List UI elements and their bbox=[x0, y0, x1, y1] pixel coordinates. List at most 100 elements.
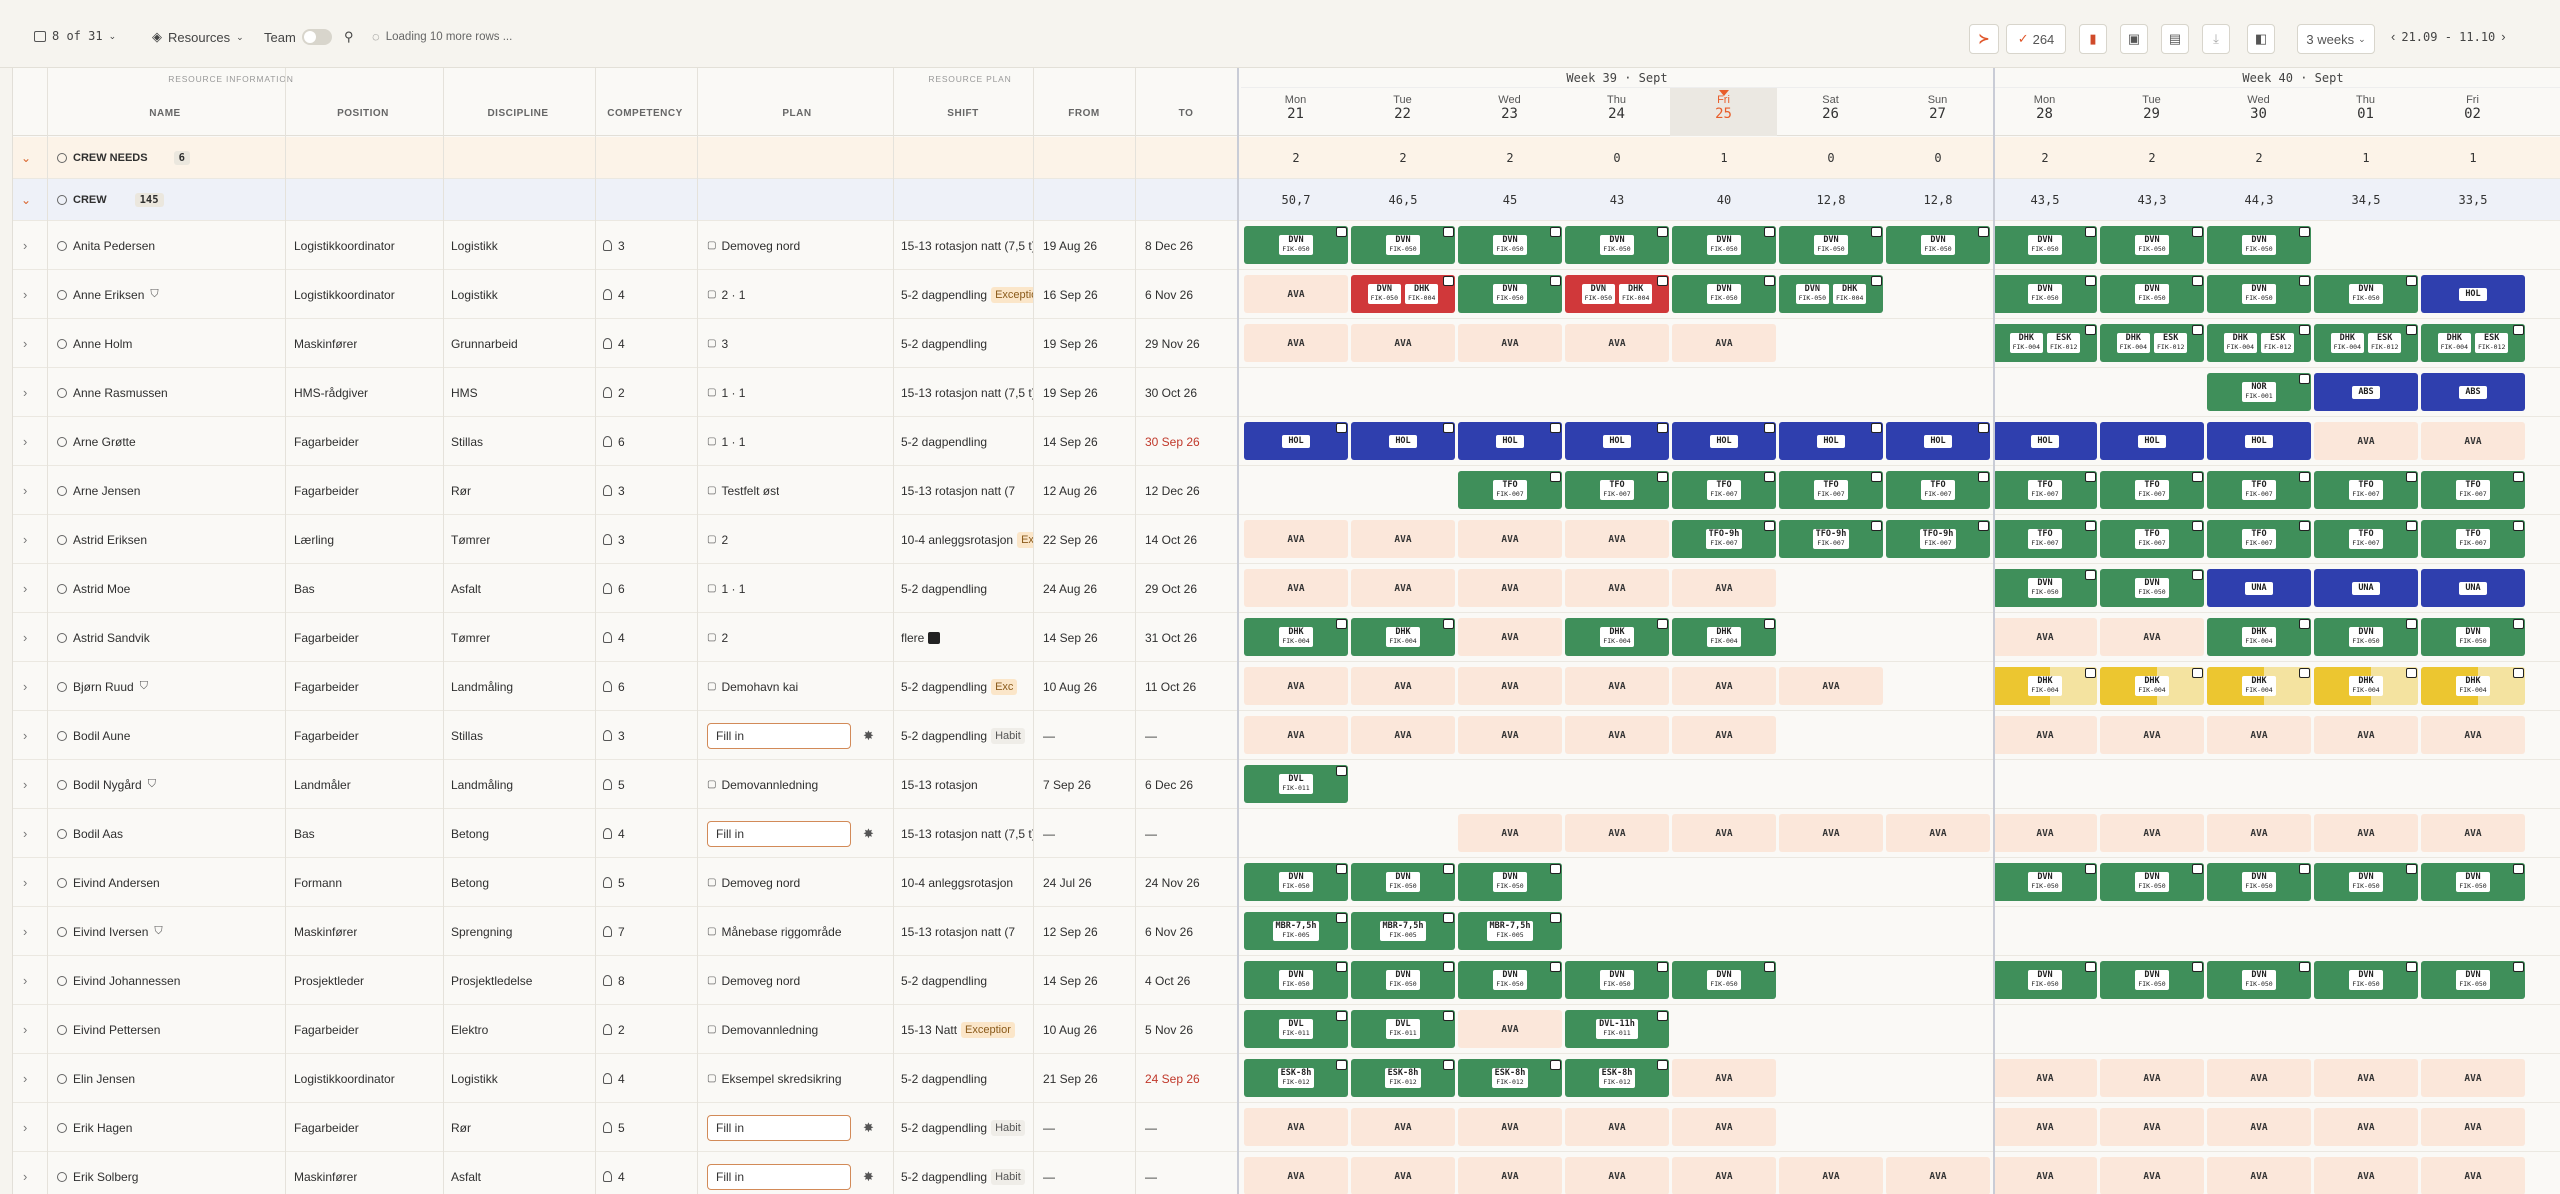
availability-block[interactable]: AVA bbox=[1244, 275, 1348, 313]
schedule-block[interactable]: DVN FIK-050 bbox=[1244, 226, 1348, 264]
schedule-block[interactable]: DVN FIK-050 bbox=[2100, 863, 2204, 901]
availability-block[interactable]: AVA bbox=[1779, 1157, 1883, 1194]
col-header-position[interactable]: POSITION bbox=[285, 108, 441, 119]
availability-block[interactable]: AVA bbox=[1458, 618, 1562, 656]
schedule-block[interactable]: DVL FIK-011 bbox=[1244, 765, 1348, 803]
fill-in-input[interactable]: Fill in bbox=[707, 1114, 851, 1141]
availability-block[interactable]: AVA bbox=[2421, 1059, 2525, 1097]
schedule-block[interactable]: HOL bbox=[1351, 422, 1455, 460]
availability-block[interactable]: AVA bbox=[2314, 1157, 2418, 1194]
schedule-block[interactable]: HOL bbox=[2207, 422, 2311, 460]
chevron-right-icon[interactable]: › bbox=[23, 1054, 27, 1103]
availability-block[interactable]: AVA bbox=[1672, 1157, 1776, 1194]
schedule-block[interactable]: HOL bbox=[1565, 422, 1669, 460]
availability-block[interactable]: AVA bbox=[1993, 1108, 2097, 1146]
schedule-block[interactable]: DHK FIK-004 bbox=[1672, 618, 1776, 656]
table-row[interactable]: › Arne Grøtte Fagarbeider Stillas 6 ▢ 1 · 1 5-2… bbox=[13, 417, 2560, 466]
schedule-block[interactable]: DVL-11h FIK-011 bbox=[1565, 1010, 1669, 1048]
schedule-block[interactable]: TFO FIK-007 bbox=[1779, 471, 1883, 509]
schedule-block[interactable]: DVN FIK-050 bbox=[1458, 275, 1562, 313]
availability-block[interactable]: AVA bbox=[1672, 814, 1776, 852]
availability-block[interactable]: AVA bbox=[1351, 324, 1455, 362]
availability-block[interactable]: AVA bbox=[2421, 716, 2525, 754]
schedule-block[interactable]: DHK FIK-004 bbox=[2207, 618, 2311, 656]
schedule-block[interactable]: TFO FIK-007 bbox=[1458, 471, 1562, 509]
resources-selector[interactable]: ◈ Resources ⌄ bbox=[152, 29, 244, 45]
availability-block[interactable]: AVA bbox=[1779, 814, 1883, 852]
expand-toggle[interactable]: ⌄ bbox=[21, 179, 31, 221]
bookmark-button[interactable]: ▮ bbox=[2079, 24, 2107, 54]
schedule-block[interactable]: DVN FIK-050 bbox=[2207, 961, 2311, 999]
schedule-block[interactable]: DVN FIK-050 bbox=[1672, 226, 1776, 264]
chevron-right-icon[interactable]: › bbox=[23, 368, 27, 417]
availability-block[interactable]: AVA bbox=[1458, 667, 1562, 705]
availability-block[interactable]: AVA bbox=[1244, 1157, 1348, 1194]
availability-block[interactable]: AVA bbox=[1244, 324, 1348, 362]
schedule-block[interactable]: DVN FIK-050 bbox=[1351, 226, 1455, 264]
schedule-block[interactable]: TFO FIK-007 bbox=[2421, 471, 2525, 509]
table-row[interactable]: › Anita Pedersen Logistikkoordinator Logist… bbox=[13, 221, 2560, 270]
row-count-selector[interactable]: 8 of 31 ⌄ bbox=[34, 29, 116, 43]
availability-block[interactable]: AVA bbox=[2314, 716, 2418, 754]
schedule-block[interactable]: DHK FIK-004 ESK FIK-012 bbox=[2207, 324, 2311, 362]
schedule-block[interactable]: DVN FIK-050 bbox=[2207, 226, 2311, 264]
availability-block[interactable]: AVA bbox=[1993, 618, 2097, 656]
schedule-block[interactable]: DVN FIK-050 bbox=[1458, 226, 1562, 264]
schedule-block[interactable]: DVN FIK-050 DHK FIK-004 bbox=[1565, 275, 1669, 313]
table-row[interactable]: › Anne Holm Maskinfører Grunnarbeid 4 ▢ 3 5-2 d… bbox=[13, 319, 2560, 368]
schedule-block[interactable]: DVN FIK-050 bbox=[1993, 569, 2097, 607]
schedule-block[interactable]: DVL FIK-011 bbox=[1244, 1010, 1348, 1048]
availability-block[interactable]: AVA bbox=[1886, 1157, 1990, 1194]
schedule-block[interactable]: TFO FIK-007 bbox=[2100, 471, 2204, 509]
schedule-block[interactable]: TFO FIK-007 bbox=[2314, 520, 2418, 558]
availability-block[interactable]: AVA bbox=[2314, 814, 2418, 852]
availability-block[interactable]: AVA bbox=[2100, 716, 2204, 754]
schedule-block[interactable]: ESK-8h FIK-012 bbox=[1565, 1059, 1669, 1097]
schedule-block[interactable]: DVN FIK-050 bbox=[2421, 961, 2525, 999]
schedule-block[interactable]: ESK-8h FIK-012 bbox=[1458, 1059, 1562, 1097]
col-header-discipline[interactable]: DISCIPLINE bbox=[443, 108, 593, 119]
chevron-right-icon[interactable]: › bbox=[23, 1005, 27, 1054]
schedule-block[interactable]: DVN FIK-050 bbox=[2100, 961, 2204, 999]
schedule-block[interactable]: DVN FIK-050 bbox=[1672, 275, 1776, 313]
wand-icon[interactable]: ✸ bbox=[863, 1169, 874, 1185]
download-button[interactable]: ⤓ bbox=[2202, 24, 2230, 54]
fill-in-input[interactable]: Fill in bbox=[707, 1163, 851, 1190]
schedule-block[interactable]: TFO-9h FIK-007 bbox=[1672, 520, 1776, 558]
schedule-block[interactable]: DHK FIK-004 ESK FIK-012 bbox=[2100, 324, 2204, 362]
availability-block[interactable]: AVA bbox=[2207, 1059, 2311, 1097]
book-button[interactable]: ▤ bbox=[2161, 24, 2189, 54]
schedule-block[interactable]: DVN FIK-050 bbox=[1993, 961, 2097, 999]
availability-block[interactable]: AVA bbox=[2314, 422, 2418, 460]
table-row[interactable]: › Anne Rasmussen HMS-rådgiver HMS 2 ▢ 1 · 1 15-… bbox=[13, 368, 2560, 417]
availability-block[interactable]: AVA bbox=[1351, 1108, 1455, 1146]
schedule-block[interactable]: DVN FIK-050 bbox=[2314, 863, 2418, 901]
schedule-block[interactable]: TFO FIK-007 bbox=[1886, 471, 1990, 509]
schedule-block[interactable]: DVN FIK-050 bbox=[2207, 863, 2311, 901]
chevron-right-icon[interactable]: › bbox=[23, 760, 27, 809]
schedule-block[interactable]: ESK-8h FIK-012 bbox=[1351, 1059, 1455, 1097]
availability-block[interactable]: AVA bbox=[1244, 667, 1348, 705]
expand-toggle[interactable]: ⌄ bbox=[21, 137, 31, 179]
save-button[interactable]: ▣ bbox=[2120, 24, 2148, 54]
availability-block[interactable]: AVA bbox=[2207, 1157, 2311, 1194]
availability-block[interactable]: AVA bbox=[1351, 520, 1455, 558]
wand-icon[interactable]: ✸ bbox=[863, 1120, 874, 1136]
schedule-block[interactable]: DVN FIK-050 bbox=[2314, 618, 2418, 656]
col-header-competency[interactable]: COMPETENCY bbox=[595, 108, 695, 119]
availability-block[interactable]: AVA bbox=[2421, 814, 2525, 852]
chevron-right-icon[interactable]: › bbox=[23, 319, 27, 368]
availability-block[interactable]: AVA bbox=[2421, 422, 2525, 460]
table-row[interactable]: › Bodil Aas Bas Betong 4 Fill in ✸ 15-13 rotasj… bbox=[13, 809, 2560, 858]
availability-block[interactable]: AVA bbox=[1458, 1108, 1562, 1146]
availability-block[interactable]: AVA bbox=[2100, 1108, 2204, 1146]
chevron-right-icon[interactable]: › bbox=[23, 858, 27, 907]
availability-block[interactable]: AVA bbox=[1244, 1108, 1348, 1146]
availability-block[interactable]: AVA bbox=[1672, 1108, 1776, 1146]
availability-block[interactable]: AVA bbox=[1565, 1108, 1669, 1146]
schedule-block[interactable]: TFO FIK-007 bbox=[2207, 520, 2311, 558]
chevron-right-icon[interactable]: › bbox=[23, 662, 27, 711]
schedule-block[interactable]: DVN FIK-050 bbox=[2100, 226, 2204, 264]
table-row[interactable]: › Eivind Johannessen Prosjektleder Prosjekt… bbox=[13, 956, 2560, 1005]
schedule-block[interactable]: DVN FIK-050 bbox=[2314, 961, 2418, 999]
